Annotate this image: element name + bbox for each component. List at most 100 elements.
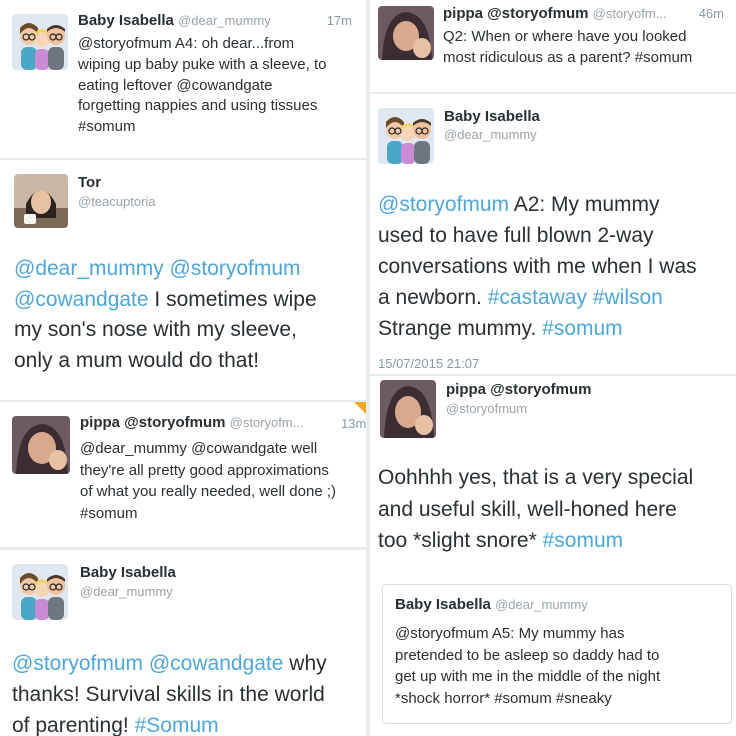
- tweet-card[interactable]: pippa @storyofmum @storyofm... 46m Q2: W…: [370, 0, 736, 92]
- tweet-line: of what you really needed, well done ;): [80, 483, 336, 500]
- tweet-line: @dear_mummy @cowandgate well: [80, 440, 318, 457]
- mention-link[interactable]: @storyofmum A4: oh dear...from: [78, 35, 294, 52]
- author-line: pippa @storyofmum @storyofm...: [443, 5, 667, 22]
- text-span: a newborn.: [378, 286, 488, 309]
- author-handle[interactable]: @teacuptoria: [78, 194, 156, 209]
- tweet-line: Strange mummy. #somum: [378, 313, 697, 344]
- hashtag-link[interactable]: #castaway: [488, 286, 587, 309]
- tweet-line: most ridiculous as a parent? #somum: [443, 49, 693, 66]
- author-name[interactable]: Tor: [78, 174, 101, 191]
- author-name[interactable]: pippa: [443, 5, 483, 22]
- author-handle[interactable]: @storyofmum: [487, 5, 588, 22]
- tweet-card[interactable]: pippa @storyofmum @storyofmum Oohhhh yes…: [370, 376, 736, 736]
- author-line: pippa @storyofmum: [446, 381, 591, 398]
- author-line: Baby Isabella @dear_mummy: [78, 12, 271, 29]
- tweet-card[interactable]: Baby Isabella @dear_mummy @storyofmum A2…: [370, 94, 736, 374]
- profile-photo-icon: [378, 6, 434, 60]
- tweet-card[interactable]: Tor @teacuptoria @dear_mummy @storyofmum…: [0, 160, 366, 400]
- author-handle[interactable]: @storyofmum: [490, 381, 591, 398]
- tweet-line: only a mum would do that!: [14, 348, 260, 372]
- tweet-text: @storyofmum A2: My mummy used to have fu…: [378, 189, 697, 344]
- tweet-line: and useful skill, well-honed here: [378, 497, 677, 521]
- tweet-line: *shock horror* #somum #sneaky: [395, 689, 612, 707]
- tweet-card[interactable]: Baby Isabella @dear_mummy 17m @storyofmu…: [0, 0, 366, 158]
- timestamp[interactable]: 46m: [699, 6, 724, 21]
- tweet-line: conversations with me when I was: [378, 255, 697, 278]
- mention-link[interactable]: @dear_mummy: [14, 257, 164, 280]
- author-handle[interactable]: @dear_mummy: [495, 597, 588, 612]
- tweet-text: Q2: When or where have you looked most r…: [443, 26, 692, 68]
- profile-photo-icon: [12, 416, 70, 474]
- author-name[interactable]: pippa: [80, 414, 120, 431]
- author-handle[interactable]: @dear_mummy: [178, 13, 271, 28]
- author-name[interactable]: Baby Isabella: [395, 596, 491, 613]
- author-handle-short[interactable]: @storyofm...: [230, 415, 304, 430]
- text-span: Strange mummy.: [378, 317, 543, 340]
- profile-photo-icon: [14, 174, 68, 228]
- tweet-line: #somum: [78, 118, 136, 136]
- mention-link[interactable]: @storyofmum: [170, 257, 301, 280]
- timestamp[interactable]: 17m: [327, 13, 352, 28]
- tweet-line: eating leftover @cowandgate: [78, 76, 273, 94]
- tweet-line: used to have full blown 2-way: [378, 224, 654, 247]
- author-handle[interactable]: @dear_mummy: [80, 584, 173, 599]
- tweet-line: @cowandgate I sometimes wipe: [14, 285, 317, 316]
- mention-link[interactable]: @cowandgate: [14, 288, 149, 311]
- tweet-line: Oohhhh yes, that is a very special: [378, 466, 694, 489]
- tweet-line: thanks! Survival skills in the world: [12, 683, 325, 706]
- text-span: I sometimes wipe: [148, 287, 317, 311]
- tweet-line: pretended to be asleep so daddy had to: [395, 646, 660, 664]
- avatar[interactable]: [14, 174, 68, 228]
- tweet-line: #somum: [80, 504, 138, 522]
- avatar[interactable]: [12, 564, 68, 620]
- avatar[interactable]: [12, 14, 68, 70]
- tweet-line: Q2: When or where have you looked: [443, 28, 687, 45]
- tweet-text: @storyofmum A4: oh dear...from wiping up…: [78, 34, 327, 138]
- hashtag-link[interactable]: #somum: [543, 529, 624, 552]
- author-handle[interactable]: @storyofmum: [446, 401, 527, 416]
- tweet-line: @storyofmum A2: My mummy: [378, 189, 697, 220]
- tweet-line: my son's nose with my sleeve,: [14, 318, 297, 341]
- tweet-line: wiping up baby puke with a sleeve, to: [78, 55, 327, 73]
- tweet-card[interactable]: Baby Isabella @dear_mummy @storyofmum @c…: [0, 550, 366, 736]
- tweet-line: @storyofmum @cowandgate why: [12, 648, 327, 679]
- tweet-line: forgetting nappies and using tissues: [78, 97, 318, 115]
- hashtag-link[interactable]: #wilson: [593, 286, 663, 309]
- avatar[interactable]: [378, 6, 434, 60]
- tweet-text: Oohhhh yes, that is a very special and u…: [378, 462, 693, 557]
- text-span: of parenting!: [12, 714, 135, 736]
- author-handle[interactable]: @dear_mummy: [444, 127, 537, 142]
- family-avatar-icon: [12, 14, 68, 70]
- tweet-line: they're all pretty good approximations: [80, 461, 329, 479]
- tweet-line: @storyofmum A5: My mummy has: [395, 625, 625, 642]
- timestamp[interactable]: 13m: [341, 416, 366, 431]
- author-name[interactable]: Baby Isabella: [78, 12, 174, 29]
- author-name[interactable]: Baby Isabella: [80, 564, 176, 581]
- text-span: A2: My mummy: [509, 193, 660, 216]
- tweet-text: @storyofmum A5: My mummy has pretended t…: [395, 623, 660, 709]
- author-handle[interactable]: @storyofmum: [124, 414, 225, 431]
- mention-link[interactable]: @storyofmum: [12, 652, 143, 675]
- tweet-card[interactable]: pippa @storyofmum @storyofm... 13m @dear…: [0, 402, 366, 547]
- author-handle-short[interactable]: @storyofm...: [593, 6, 667, 21]
- tweet-text: @dear_mummy @storyofmum @cowandgate I so…: [14, 254, 317, 376]
- mention-link[interactable]: @cowandgate: [149, 652, 284, 675]
- author-name[interactable]: pippa: [446, 381, 486, 398]
- quoted-tweet[interactable]: Baby Isabella @dear_mummy @storyofmum A5…: [382, 584, 732, 724]
- tweet-line: too *slight snore* #somum: [378, 525, 693, 557]
- corner-flag: [354, 402, 366, 414]
- avatar[interactable]: [12, 416, 70, 474]
- hashtag-link[interactable]: #Somum: [135, 714, 219, 736]
- family-avatar-icon: [12, 564, 68, 620]
- tweet-text: @dear_mummy @cowandgate well they're all…: [80, 438, 336, 524]
- avatar[interactable]: [380, 380, 436, 438]
- text-span: too *slight snore*: [378, 529, 543, 552]
- tweet-date: 15/07/2015 21:07: [378, 356, 480, 371]
- author-name[interactable]: Baby Isabella: [444, 108, 540, 125]
- family-avatar-icon: [378, 108, 434, 164]
- mention-link[interactable]: @storyofmum: [378, 193, 509, 216]
- tweet-line: get up with me in the middle of the nigh…: [395, 668, 661, 685]
- hashtag-link[interactable]: #somum: [542, 317, 623, 340]
- avatar[interactable]: [378, 108, 434, 164]
- tweet-line: a newborn. #castaway #wilson: [378, 282, 697, 313]
